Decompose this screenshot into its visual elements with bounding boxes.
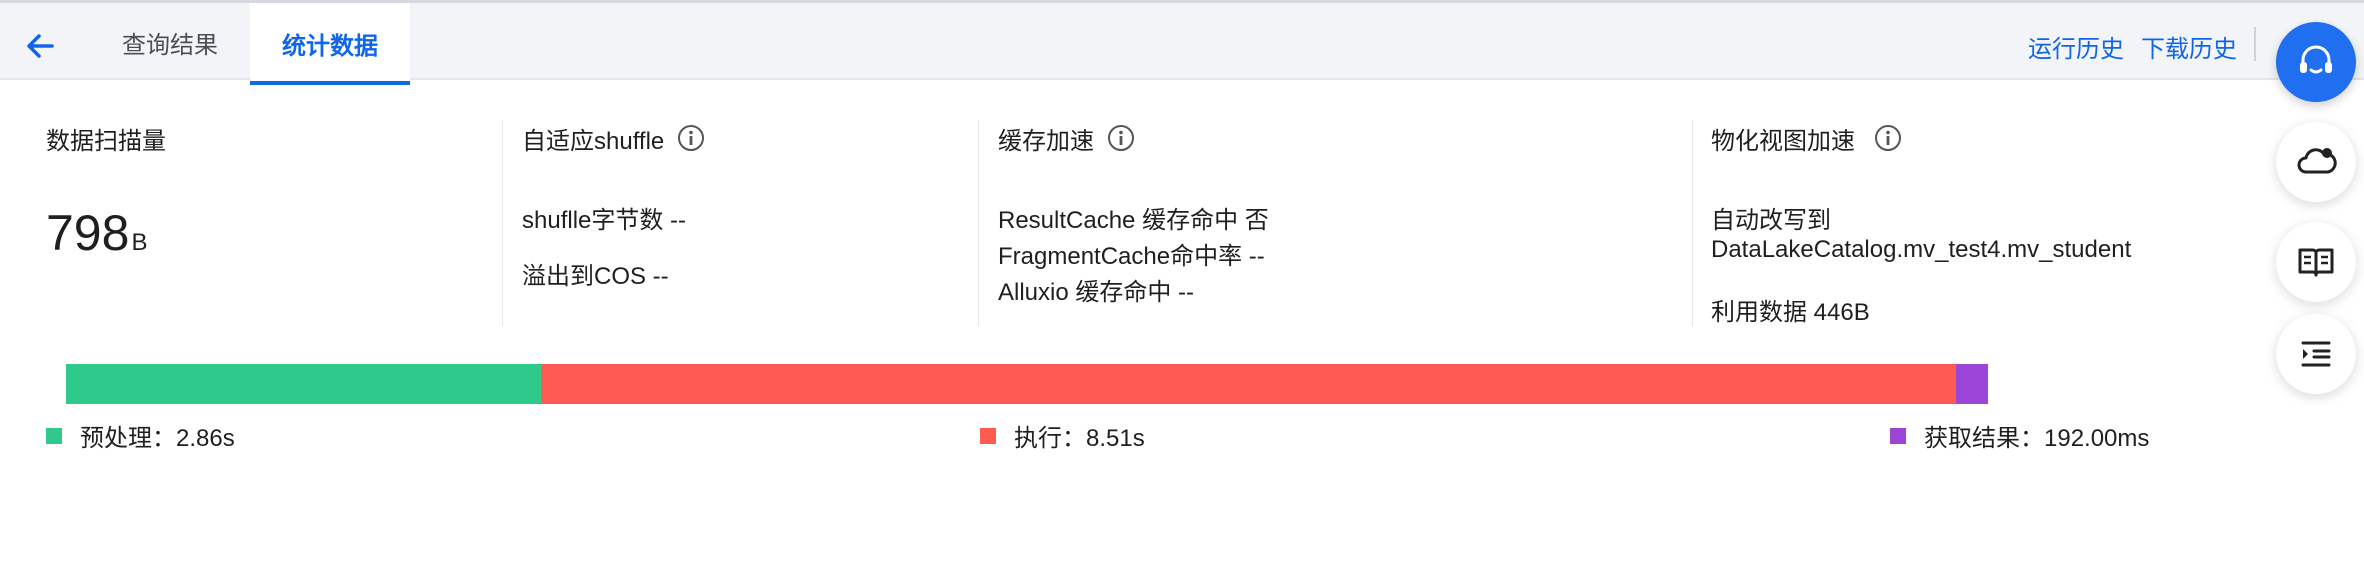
scan-number: 798 <box>46 205 130 261</box>
scan-unit: B <box>131 229 148 256</box>
divider <box>502 120 503 326</box>
legend-label: 执行：8.51s <box>1014 425 1145 452</box>
mv-usage: 利用数据 446B <box>1711 299 1870 326</box>
info-icon[interactable] <box>676 123 706 153</box>
fetch-segment <box>1956 364 1988 404</box>
info-icon[interactable] <box>1873 123 1903 153</box>
legend-label: 预处理：2.86s <box>80 425 235 452</box>
mv-title-text: 物化视图加速 <box>1711 127 1855 155</box>
cloud-bell-icon <box>2297 148 2337 174</box>
cloud-notify-button[interactable] <box>2276 122 2356 202</box>
divider <box>2254 27 2256 61</box>
shuffle-spill: 溢出到COS -- <box>522 263 669 290</box>
book-icon <box>2298 248 2334 277</box>
run-history-link[interactable]: 运行历史 <box>2028 29 2124 64</box>
fragment-cache: FragmentCache命中率 -- <box>998 243 1265 270</box>
legend-swatch <box>1890 427 1906 444</box>
tab-query-result[interactable]: 查询结果 <box>122 3 218 81</box>
docs-button[interactable] <box>2276 222 2356 302</box>
tab-statistics[interactable]: 统计数据 <box>250 3 410 85</box>
shuffle-bytes: shuflle字节数 -- <box>522 207 687 234</box>
legend-swatch <box>46 427 62 444</box>
scan-title: 数据扫描量 <box>46 127 166 155</box>
timeline-bar <box>66 364 1988 404</box>
back-button[interactable] <box>22 27 60 65</box>
mv-rewrite-target: DataLakeCatalog.mv_test4.mv_student <box>1711 236 2132 263</box>
outline-button[interactable] <box>2276 314 2356 394</box>
tab-bar: 查询结果 统计数据 运行历史 下载历史 <box>0 0 2364 85</box>
shuffle-card: 自适应shuffle shuflle字节数 -- 溢出到COS -- <box>522 118 962 326</box>
legend-swatch <box>980 427 996 444</box>
cache-title: 缓存加速 <box>998 118 1678 158</box>
legend-label: 获取结果：192.00ms <box>1924 425 2150 452</box>
cache-card: 缓存加速 ResultCache 缓存命中 否 FragmentCache命中率… <box>998 118 1678 326</box>
cache-title-text: 缓存加速 <box>998 127 1094 155</box>
alluxio-cache: Alluxio 缓存命中 -- <box>998 279 1195 306</box>
legend-preprocess: 预处理：2.86s <box>46 418 235 453</box>
divider <box>1692 120 1693 326</box>
mv-card: 物化视图加速 自动改写到 DataLakeCatalog.mv_test4.mv… <box>1711 118 2251 326</box>
headset-icon <box>2300 45 2332 74</box>
mv-rewrite-label: 自动改写到 <box>1711 207 1831 234</box>
scan-card: 数据扫描量 798 B <box>46 118 486 326</box>
support-button[interactable] <box>2276 22 2356 102</box>
legend-execute: 执行：8.51s <box>980 418 1145 453</box>
result-cache: ResultCache 缓存命中 否 <box>998 207 1269 234</box>
arrow-left-icon <box>27 34 54 58</box>
legend-fetch: 获取结果：192.00ms <box>1890 418 2149 453</box>
download-history-link[interactable]: 下载历史 <box>2141 29 2237 64</box>
shuffle-title: 自适应shuffle <box>522 118 962 158</box>
execute-segment <box>541 364 1957 404</box>
info-icon[interactable] <box>1106 123 1136 153</box>
mv-title: 物化视图加速 <box>1711 118 2251 158</box>
indent-list-icon <box>2301 341 2331 367</box>
shuffle-title-text: 自适应shuffle <box>522 127 665 155</box>
divider <box>978 120 979 326</box>
scan-value: 798 B <box>46 204 147 262</box>
preprocess-segment <box>66 364 542 404</box>
